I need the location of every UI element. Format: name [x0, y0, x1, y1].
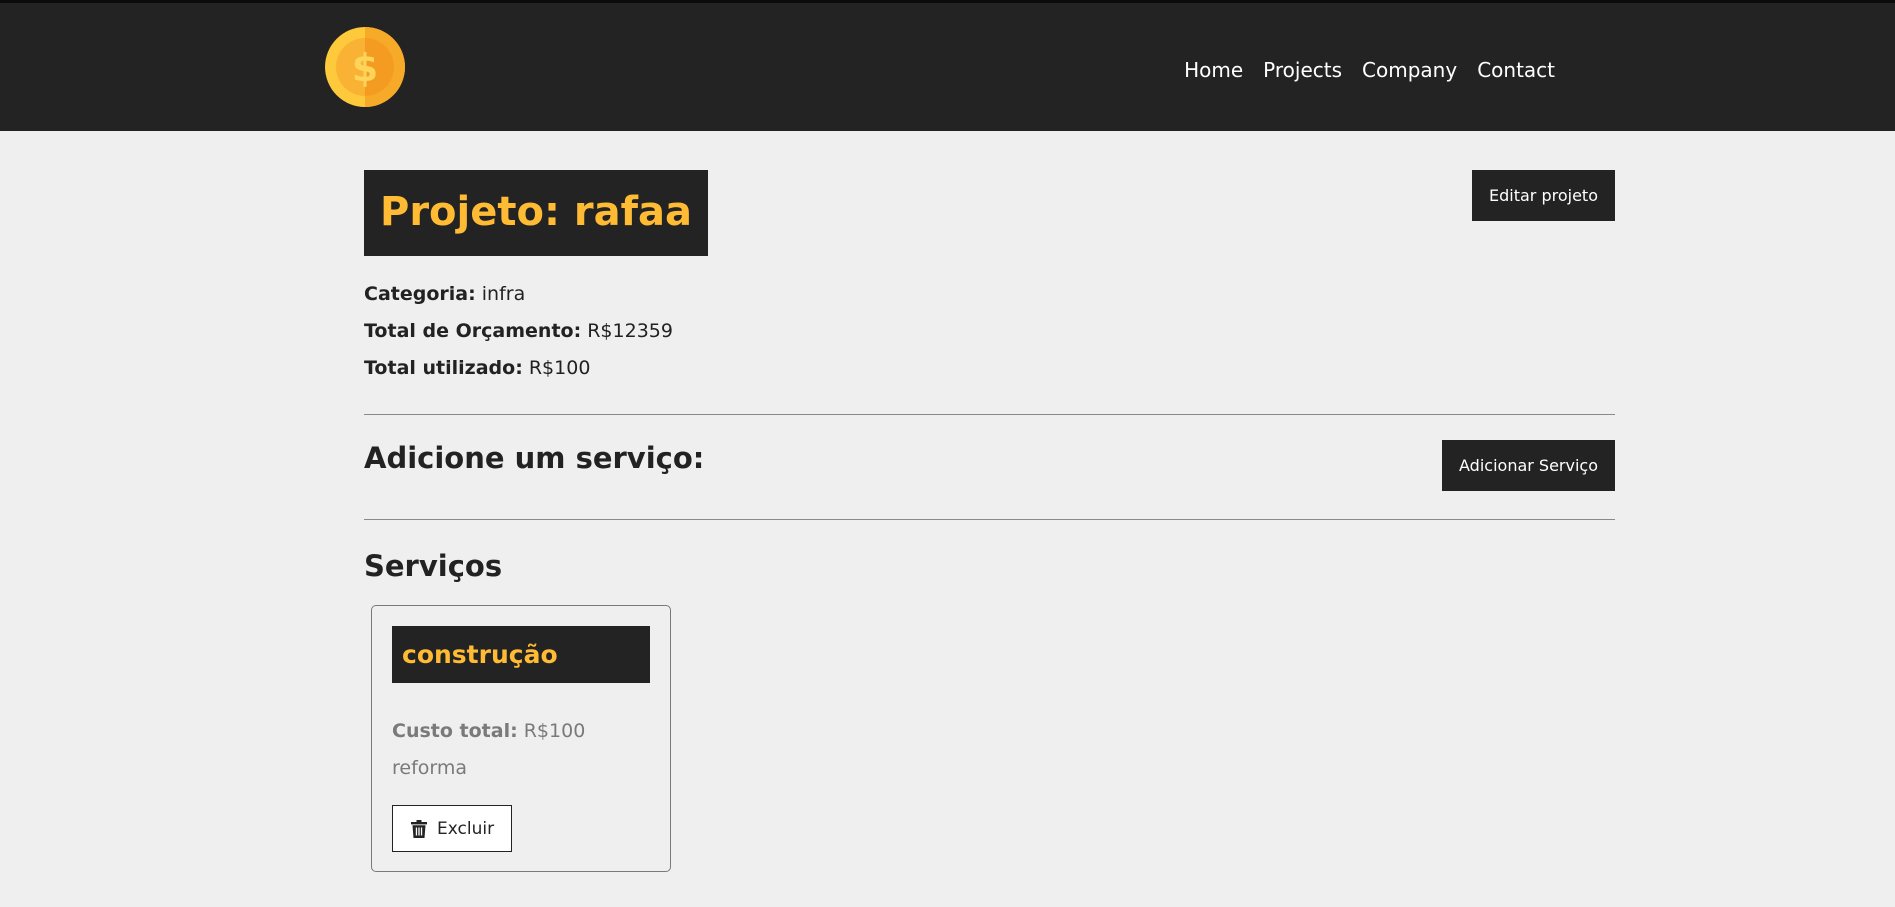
- divider: [364, 519, 1615, 520]
- svg-text:$: $: [352, 46, 378, 90]
- budget-label: Total de Orçamento:: [364, 320, 582, 342]
- nav-item-company[interactable]: Company: [1362, 58, 1457, 82]
- main-nav: Home Projects Company Contact: [1184, 58, 1555, 82]
- nav-item-home[interactable]: Home: [1184, 58, 1243, 82]
- delete-service-button[interactable]: Excluir: [392, 805, 513, 852]
- service-info: Custo total: R$100 reforma: [392, 713, 650, 787]
- service-cost-value: R$100: [523, 720, 586, 742]
- add-service-title: Adicione um serviço:: [364, 441, 705, 475]
- service-name: construção: [392, 626, 650, 683]
- budget-line: Total de Orçamento: R$12359: [364, 313, 1615, 350]
- budget-value: R$12359: [587, 320, 673, 342]
- service-cost-label: Custo total:: [392, 720, 518, 742]
- category-value: infra: [481, 283, 526, 305]
- category-line: Categoria: infra: [364, 276, 1615, 313]
- page-title: Projeto: rafaa: [364, 170, 708, 256]
- project-detail: Projeto: rafaa Editar projeto Categoria:…: [364, 170, 1615, 872]
- service-card: construção Custo total: R$100 reforma Ex…: [371, 605, 671, 872]
- service-cost-line: Custo total: R$100: [392, 713, 650, 750]
- used-label: Total utilizado:: [364, 357, 523, 379]
- add-service-button[interactable]: Adicionar Serviço: [1442, 440, 1615, 491]
- nav-item-projects[interactable]: Projects: [1263, 58, 1342, 82]
- services-title: Serviços: [364, 549, 503, 583]
- trash-icon: [411, 819, 427, 838]
- edit-project-button[interactable]: Editar projeto: [1472, 170, 1615, 221]
- nav-item-contact[interactable]: Contact: [1477, 58, 1555, 82]
- used-line: Total utilizado: R$100: [364, 350, 1615, 387]
- category-label: Categoria:: [364, 283, 476, 305]
- delete-label: Excluir: [437, 818, 495, 839]
- project-info: Categoria: infra Total de Orçamento: R$1…: [364, 276, 1615, 387]
- service-description: reforma: [392, 757, 468, 779]
- navbar: $ Home Projects Company Contact: [0, 0, 1895, 131]
- coin-dollar-icon[interactable]: $: [325, 27, 405, 107]
- add-service-section: Adicione um serviço: Adicionar Serviço: [364, 415, 1615, 519]
- used-value: R$100: [528, 357, 591, 379]
